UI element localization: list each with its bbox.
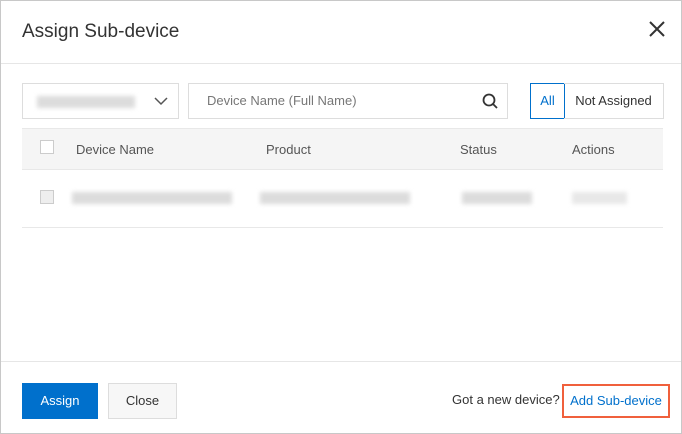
col-actions: Actions xyxy=(572,142,615,157)
redacted-product xyxy=(260,192,410,204)
redacted-status xyxy=(462,192,532,204)
close-button[interactable]: Close xyxy=(108,383,177,419)
close-icon[interactable] xyxy=(645,17,669,41)
col-product: Product xyxy=(266,142,311,157)
assign-button[interactable]: Assign xyxy=(22,383,98,419)
col-status: Status xyxy=(460,142,497,157)
chevron-down-icon xyxy=(154,97,168,106)
footer-divider xyxy=(1,361,681,362)
new-device-prompt: Got a new device? xyxy=(452,392,560,407)
header-divider xyxy=(1,63,681,64)
row-checkbox[interactable] xyxy=(40,190,54,204)
redacted-device-name xyxy=(72,192,232,204)
select-all-checkbox[interactable] xyxy=(40,140,54,154)
col-device-name: Device Name xyxy=(76,142,155,157)
redacted-value xyxy=(37,96,135,108)
device-search[interactable] xyxy=(188,83,508,119)
search-icon[interactable] xyxy=(482,93,498,109)
table-header: Device Name Product Status Actions xyxy=(22,128,663,170)
filter-not-assigned[interactable]: Not Assigned xyxy=(564,83,664,119)
product-select[interactable] xyxy=(22,83,179,119)
filter-all[interactable]: All xyxy=(530,83,565,119)
assign-sub-device-dialog: Assign Sub-device All Not Assigned Devic… xyxy=(0,0,682,434)
redacted-actions xyxy=(572,192,627,204)
add-sub-device-link[interactable]: Add Sub-device xyxy=(562,384,670,418)
dialog-title: Assign Sub-device xyxy=(22,21,180,42)
search-input[interactable] xyxy=(207,93,467,108)
table-row xyxy=(22,170,663,228)
